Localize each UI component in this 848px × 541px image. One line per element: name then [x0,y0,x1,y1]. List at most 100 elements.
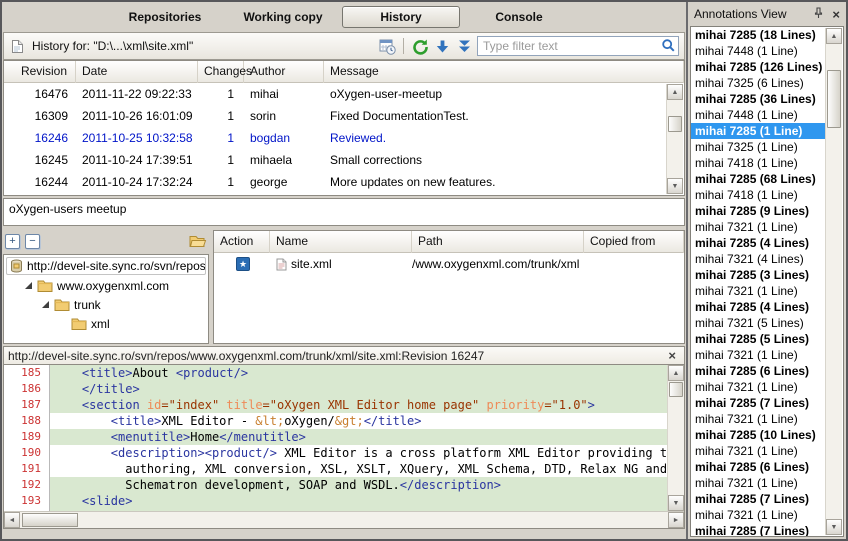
annotation-item[interactable]: mihai 7321 (1 Line) [691,475,826,491]
changed-path-row[interactable]: ★ site.xml /www.oxygenxml.com/trunk/xml [214,253,684,275]
line-number: 193 [4,493,50,509]
annotation-item[interactable]: mihai 7325 (1 Line) [691,139,826,155]
col-message[interactable]: Message [324,61,684,83]
get-all-revisions-icon[interactable] [455,37,473,55]
line-number: 189 [4,429,50,445]
commit-message-box[interactable]: oXygen-users meetup [3,198,685,226]
annotation-item[interactable]: mihai 7285 (1 Line) [691,123,826,139]
scroll-thumb[interactable] [22,513,78,527]
tree-node[interactable]: trunk [4,295,208,314]
annotation-item[interactable]: mihai 7285 (126 Lines) [691,59,826,75]
annotation-item[interactable]: mihai 7321 (4 Lines) [691,251,826,267]
close-icon[interactable]: × [832,7,840,22]
expander-icon[interactable] [42,301,49,308]
annotation-item[interactable]: mihai 7285 (6 Lines) [691,363,826,379]
revision-graph-icon[interactable] [378,37,396,55]
scroll-thumb[interactable] [668,116,682,132]
col-revision[interactable]: Revision [4,61,76,83]
annotation-item[interactable]: mihai 7321 (1 Line) [691,219,826,235]
annotation-item[interactable]: mihai 7321 (1 Line) [691,507,826,523]
annotation-item[interactable]: mihai 7321 (1 Line) [691,379,826,395]
annotation-item[interactable]: mihai 7321 (5 Lines) [691,315,826,331]
annotation-item[interactable]: mihai 7285 (4 Lines) [691,299,826,315]
pin-icon[interactable] [813,7,824,22]
cell-changes: 1 [198,149,244,171]
scroll-down-icon[interactable]: ▼ [667,178,683,194]
annotation-item[interactable]: mihai 7285 (9 Lines) [691,203,826,219]
annotation-item[interactable]: mihai 7448 (1 Line) [691,107,826,123]
annotation-item[interactable]: mihai 7285 (5 Lines) [691,331,826,347]
annotation-item[interactable]: mihai 7325 (6 Lines) [691,75,826,91]
cell-changes: 1 [198,83,244,105]
annotation-item[interactable]: mihai 7448 (1 Line) [691,43,826,59]
code-line: 191 authoring, XML conversion, XSL, XSLT… [4,461,667,477]
annotation-item[interactable]: mihai 7321 (1 Line) [691,411,826,427]
history-row[interactable]: 162452011-10-24 17:39:511mihaelaSmall co… [4,149,684,171]
history-row[interactable]: 162462011-10-25 10:32:581bogdanReviewed. [4,127,684,149]
col-author[interactable]: Author [244,61,324,83]
history-row[interactable]: 164762011-11-22 09:22:331mihaioXygen-use… [4,83,684,105]
col-changes[interactable]: Changes [198,61,244,83]
annotation-item[interactable]: mihai 7321 (1 Line) [691,347,826,363]
col-date[interactable]: Date [76,61,198,83]
get-next-revisions-icon[interactable] [433,37,451,55]
tab-repositories[interactable]: Repositories [106,6,224,28]
history-table-scrollbar[interactable]: ▲ ▼ [666,84,683,194]
code-vertical-scrollbar[interactable]: ▲ ▼ [667,365,684,511]
annotation-item[interactable]: mihai 7418 (1 Line) [691,187,826,203]
annotation-item[interactable]: mihai 7285 (36 Lines) [691,91,826,107]
line-number: 190 [4,445,50,461]
filter-input[interactable] [477,36,679,56]
annotation-item[interactable]: mihai 7321 (1 Line) [691,283,826,299]
open-folder-icon[interactable] [189,232,207,250]
tree-root[interactable]: http://devel-site.sync.ro/svn/repos [6,257,206,275]
code-text: </title> [50,381,667,397]
scroll-thumb[interactable] [827,70,841,128]
code-panel-title: http://devel-site.sync.ro/svn/repos/www.… [8,349,484,363]
tree-node-label: xml [91,317,110,331]
scroll-thumb[interactable] [669,382,683,397]
line-number: 187 [4,397,50,413]
annotation-item[interactable]: mihai 7418 (1 Line) [691,155,826,171]
annotation-item[interactable]: mihai 7285 (3 Lines) [691,267,826,283]
collapse-all-icon[interactable]: − [25,234,40,249]
code-horizontal-scrollbar[interactable]: ◄ ► [4,511,684,528]
history-row[interactable]: 162442011-10-24 17:32:241georgeMore upda… [4,171,684,193]
scroll-down-icon[interactable]: ▼ [826,519,842,535]
annotation-item[interactable]: mihai 7285 (7 Lines) [691,523,826,537]
tab-history[interactable]: History [342,6,460,28]
col-path[interactable]: Path [412,231,584,253]
expand-all-icon[interactable]: + [5,234,20,249]
cell-revision: 16309 [4,105,76,127]
scroll-up-icon[interactable]: ▲ [826,28,842,44]
annotation-item[interactable]: mihai 7285 (4 Lines) [691,235,826,251]
col-name[interactable]: Name [270,231,412,253]
col-action[interactable]: Action [214,231,270,253]
scroll-right-icon[interactable]: ► [668,512,684,528]
annotation-item[interactable]: mihai 7285 (18 Lines) [691,27,826,43]
tab-working-copy[interactable]: Working copy [224,6,342,28]
annotation-item[interactable]: mihai 7285 (10 Lines) [691,427,826,443]
annotation-item[interactable]: mihai 7285 (7 Lines) [691,491,826,507]
annotations-scrollbar[interactable]: ▲ ▼ [825,28,842,535]
annotation-item[interactable]: mihai 7285 (7 Lines) [691,395,826,411]
tree-node[interactable]: www.oxygenxml.com [4,276,208,295]
refresh-icon[interactable] [411,37,429,55]
close-icon[interactable]: × [664,348,680,363]
annotation-item[interactable]: mihai 7321 (1 Line) [691,443,826,459]
expander-icon[interactable] [25,282,32,289]
annotation-item[interactable]: mihai 7285 (6 Lines) [691,459,826,475]
scroll-left-icon[interactable]: ◄ [4,512,20,528]
annotations-list: mihai 7285 (18 Lines)mihai 7448 (1 Line)… [690,26,844,537]
scroll-down-icon[interactable]: ▼ [668,495,684,511]
scroll-up-icon[interactable]: ▲ [668,365,684,381]
col-copied-from[interactable]: Copied from [584,231,684,253]
annotation-item[interactable]: mihai 7285 (68 Lines) [691,171,826,187]
svn-history-area: Repositories Working copy History Consol… [2,2,686,539]
tab-console[interactable]: Console [460,6,578,28]
tree-root-label: http://devel-site.sync.ro/svn/repos [27,259,206,273]
search-icon[interactable] [661,38,676,58]
tree-node[interactable]: xml [4,314,208,333]
history-row[interactable]: 163092011-10-26 16:01:091sorinFixed Docu… [4,105,684,127]
scroll-up-icon[interactable]: ▲ [667,84,683,100]
